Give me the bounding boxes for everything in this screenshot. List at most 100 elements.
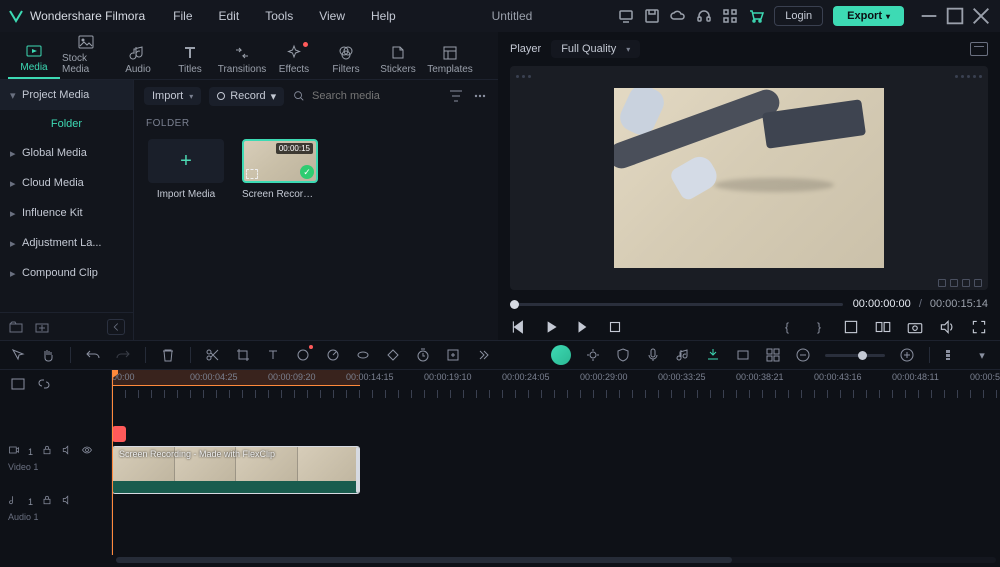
menu-tools[interactable]: Tools	[255, 5, 303, 27]
marker-button[interactable]	[735, 347, 751, 363]
more-icon[interactable]	[472, 88, 488, 104]
timeline-scrollbar[interactable]	[0, 555, 1000, 565]
sidebar-item-compound-clip[interactable]: ▸Compound Clip	[0, 258, 133, 288]
settings-dropdown[interactable]: ▾	[974, 347, 990, 363]
record-dropdown[interactable]: Record▾	[209, 87, 284, 106]
volume-button[interactable]	[938, 318, 956, 336]
seek-bar[interactable]	[510, 301, 843, 307]
delete-button[interactable]	[160, 347, 176, 363]
sidebar-item-project-media[interactable]: ▾Project Media	[0, 80, 133, 110]
play-button[interactable]	[542, 318, 560, 336]
crop-button[interactable]	[235, 347, 251, 363]
cloud-icon[interactable]	[670, 8, 686, 24]
clip-trim-handle[interactable]	[356, 447, 360, 493]
track-area[interactable]: Screen Recording - Made with FlexClip	[112, 398, 1000, 555]
crop-display-button[interactable]	[842, 318, 860, 336]
ruler-playhead[interactable]	[112, 370, 113, 398]
keyframe-button[interactable]	[385, 347, 401, 363]
search-input[interactable]	[312, 90, 440, 102]
video-track-header[interactable]: 1 Video 1	[0, 442, 111, 492]
import-dropdown[interactable]: Import▾	[144, 87, 201, 105]
tab-templates[interactable]: Templates	[424, 40, 476, 79]
mark-out-button[interactable]: }	[810, 318, 828, 336]
minimize-button[interactable]	[918, 5, 940, 27]
maximize-button[interactable]	[944, 5, 966, 27]
tab-stickers[interactable]: Stickers	[372, 40, 424, 79]
play-forward-button[interactable]	[574, 318, 592, 336]
prev-frame-button[interactable]	[510, 318, 528, 336]
hand-tool-icon[interactable]	[40, 347, 56, 363]
fullscreen-button[interactable]	[970, 318, 988, 336]
text-button[interactable]	[265, 347, 281, 363]
menu-edit[interactable]: Edit	[209, 5, 250, 27]
mask-button[interactable]	[355, 347, 371, 363]
scrollbar-thumb[interactable]	[116, 557, 732, 563]
timeline-playhead[interactable]	[112, 398, 113, 555]
capture-button[interactable]	[906, 318, 924, 336]
tab-audio[interactable]: Audio	[112, 40, 164, 79]
zoom-knob[interactable]	[858, 351, 867, 360]
zoom-slider[interactable]	[825, 354, 885, 357]
view-mode-button[interactable]	[944, 347, 960, 363]
sidebar-item-cloud-media[interactable]: ▸Cloud Media	[0, 168, 133, 198]
stop-button[interactable]	[606, 318, 624, 336]
shield-button[interactable]	[615, 347, 631, 363]
lock-icon[interactable]	[41, 444, 53, 459]
visibility-icon[interactable]	[81, 444, 93, 459]
tab-titles[interactable]: Titles	[164, 40, 216, 79]
mute-icon[interactable]	[61, 494, 73, 509]
sidebar-item-influence-kit[interactable]: ▸Influence Kit	[0, 198, 133, 228]
sidebar-item-global-media[interactable]: ▸Global Media	[0, 138, 133, 168]
close-button[interactable]	[970, 5, 992, 27]
magnetic-button[interactable]	[705, 347, 721, 363]
duration-button[interactable]	[415, 347, 431, 363]
redo-button[interactable]	[115, 347, 131, 363]
split-button[interactable]	[205, 347, 221, 363]
cart-icon[interactable]	[748, 8, 764, 24]
headphones-icon[interactable]	[696, 8, 712, 24]
voiceover-button[interactable]	[645, 347, 661, 363]
apps-icon[interactable]	[722, 8, 738, 24]
link-icon[interactable]	[36, 376, 52, 392]
import-media-card[interactable]: + Import Media	[146, 139, 226, 200]
menu-view[interactable]: View	[309, 5, 355, 27]
media-clip-card[interactable]: 00:00:15 ✓ Screen Recordin...	[240, 139, 320, 200]
sidebar-folder[interactable]: Folder	[0, 110, 133, 138]
tab-filters[interactable]: Filters	[320, 40, 372, 79]
timeline-clip[interactable]: Screen Recording - Made with FlexClip	[112, 446, 360, 494]
tab-media[interactable]: Media	[8, 38, 60, 79]
pointer-tool-icon[interactable]	[10, 347, 26, 363]
menu-help[interactable]: Help	[361, 5, 406, 27]
device-icon[interactable]	[618, 8, 634, 24]
quality-dropdown[interactable]: Full Quality▾	[551, 40, 640, 58]
expand-tools-button[interactable]	[475, 347, 491, 363]
menu-file[interactable]: File	[163, 5, 202, 27]
ai-tools-button[interactable]	[551, 345, 571, 365]
seek-knob[interactable]	[510, 300, 519, 309]
speed-button[interactable]	[325, 347, 341, 363]
enhance-button[interactable]	[585, 347, 601, 363]
save-icon[interactable]	[644, 8, 660, 24]
snapshot-button[interactable]	[970, 42, 988, 56]
zoom-out-button[interactable]	[795, 347, 811, 363]
export-button[interactable]: Export▾	[833, 6, 904, 26]
color-button[interactable]	[295, 347, 311, 363]
mute-icon[interactable]	[61, 444, 73, 459]
tab-transitions[interactable]: Transitions	[216, 40, 268, 79]
filter-icon[interactable]	[448, 88, 464, 104]
lock-icon[interactable]	[41, 494, 53, 509]
login-button[interactable]: Login	[774, 6, 823, 26]
music-button[interactable]	[675, 347, 691, 363]
new-folder-button[interactable]	[8, 319, 24, 335]
timeline-options-icon[interactable]	[10, 376, 26, 392]
compare-button[interactable]	[874, 318, 892, 336]
search-field[interactable]	[292, 88, 440, 104]
zoom-in-button[interactable]	[899, 347, 915, 363]
grid-button[interactable]	[765, 347, 781, 363]
mark-in-button[interactable]: {	[778, 318, 796, 336]
tab-effects[interactable]: Effects	[268, 40, 320, 79]
fit-button[interactable]	[445, 347, 461, 363]
new-bin-button[interactable]	[34, 319, 50, 335]
time-ruler[interactable]: 00:0000:00:04:2500:00:09:2000:00:14:1500…	[112, 370, 1000, 398]
tab-stock-media[interactable]: Stock Media	[60, 29, 112, 79]
